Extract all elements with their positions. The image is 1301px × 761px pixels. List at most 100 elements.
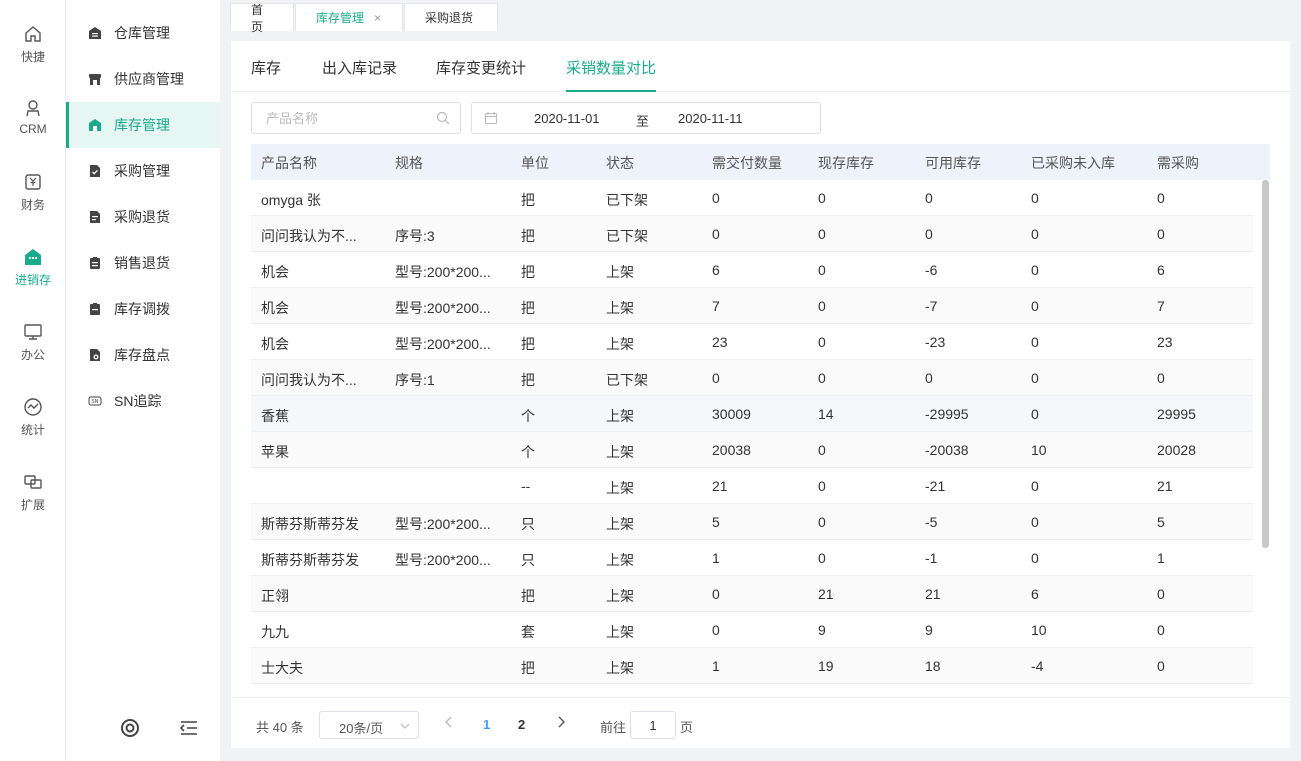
page-size-select[interactable]: 20条/页: [319, 711, 419, 739]
prev-page-icon[interactable]: [442, 715, 456, 729]
cell-need-purchase: 0: [1157, 586, 1165, 602]
tab-purchase-return[interactable]: 采购退货: [404, 3, 498, 31]
store-icon: [88, 72, 102, 86]
cell-current-stock: 0: [818, 262, 826, 278]
sub-item-sn-trace[interactable]: SN SN追踪: [66, 378, 220, 424]
cell-need-purchase: 23: [1157, 334, 1173, 350]
tab-home[interactable]: 首页: [230, 3, 294, 34]
product-name-input[interactable]: [252, 103, 422, 133]
tab-io-records[interactable]: 出入库记录: [322, 57, 397, 92]
search-icon[interactable]: [436, 111, 450, 125]
table-row[interactable]: 士大夫 把 上架 1 19 18 -4 0: [251, 648, 1253, 684]
scrollbar-thumb[interactable]: [1262, 180, 1269, 548]
cell-status: 上架: [606, 408, 634, 424]
close-icon[interactable]: ×: [374, 11, 381, 25]
page-2[interactable]: 2: [518, 717, 525, 732]
table-row[interactable]: 机会 型号:200*200... 把 上架 23 0 -23 0 23: [251, 324, 1253, 360]
cell-spec: 序号:1: [395, 372, 435, 388]
sub-item-label: 供应商管理: [114, 71, 184, 87]
cell-unit: 只: [521, 516, 535, 532]
rail-item-stats[interactable]: 统计: [0, 397, 66, 457]
table-row[interactable]: 斯蒂芬斯蒂芬发 型号:200*200... 只 上架 1 0 -1 0 1: [251, 540, 1253, 576]
sub-item-warehouse[interactable]: 仓库管理: [66, 10, 220, 56]
rail-item-finance[interactable]: 财务: [0, 172, 66, 232]
sub-item-stock[interactable]: 库存管理: [66, 102, 220, 148]
cell-product-name: 机会: [261, 336, 289, 352]
table-header: 产品名称 规格 单位 状态 需交付数量 现存库存 可用库存 已采购未入库 需采购: [251, 144, 1270, 180]
tab-stock-change-stats[interactable]: 库存变更统计: [436, 57, 526, 92]
cell-status: 上架: [606, 336, 634, 352]
table-row[interactable]: 问问我认为不... 序号:1 把 已下架 0 0 0 0 0: [251, 360, 1253, 396]
cell-need-purchase: 1: [1157, 550, 1165, 566]
cell-product-name: 问问我认为不...: [261, 372, 357, 388]
cell-current-stock: 0: [818, 190, 826, 206]
next-page-icon[interactable]: [554, 715, 568, 729]
settings-icon[interactable]: [119, 717, 141, 739]
goto-page-input[interactable]: [630, 711, 676, 739]
tab-purchase-sales-compare[interactable]: 采销数量对比: [566, 57, 657, 92]
cell-to-deliver: 6: [712, 262, 720, 278]
table-row[interactable]: 苹果 个 上架 20038 0 -20038 10 20028: [251, 432, 1253, 468]
table-row[interactable]: 香蕉 个 上架 30009 14 -29995 0 29995: [251, 396, 1253, 432]
cell-current-stock: 0: [818, 334, 826, 350]
table-row[interactable]: 机会 型号:200*200... 把 上架 6 0 -6 0 6: [251, 252, 1253, 288]
svg-text:SN: SN: [92, 399, 99, 405]
cell-unit: 把: [521, 372, 535, 388]
col-status: 状态: [606, 155, 634, 171]
table-row[interactable]: 机会 型号:200*200... 把 上架 7 0 -7 0 7: [251, 288, 1253, 324]
tab-label: 首页: [251, 2, 264, 34]
date-end[interactable]: 2020-11-11: [678, 111, 743, 126]
cell-product-name: 香蕉: [261, 408, 289, 424]
rail-item-quick[interactable]: 快捷: [0, 24, 66, 84]
table-row[interactable]: 九九 套 上架 0 9 9 10 0: [251, 612, 1253, 648]
cell-need-purchase: 7: [1157, 298, 1165, 314]
cell-purchased-not-in: 0: [1031, 514, 1039, 530]
collapse-menu-icon[interactable]: [178, 717, 200, 739]
cell-unit: --: [521, 478, 531, 494]
cell-unit: 个: [521, 408, 535, 424]
date-separator: 至: [636, 114, 650, 129]
col-product-name: 产品名称: [261, 155, 317, 171]
sub-item-stocktake[interactable]: 库存盘点: [66, 332, 220, 378]
cell-purchased-not-in: 0: [1031, 406, 1039, 422]
table-row[interactable]: 斯蒂芬斯蒂芬发 型号:200*200... 只 上架 5 0 -5 0 5: [251, 504, 1253, 540]
transfer-icon: [88, 302, 102, 316]
tab-stock[interactable]: 库存: [251, 57, 281, 92]
cell-purchased-not-in: 0: [1031, 190, 1039, 206]
table-row[interactable]: omyga 张 把 已下架 0 0 0 0 0: [251, 180, 1253, 216]
cell-spec: 型号:200*200...: [395, 516, 491, 532]
finance-icon: [25, 174, 41, 190]
rail-item-inventory[interactable]: 进销存: [0, 247, 66, 307]
table-row[interactable]: 问问我认为不... 序号:3 把 已下架 0 0 0 0 0: [251, 216, 1253, 252]
cell-unit: 个: [521, 444, 535, 460]
table-row[interactable]: 正翎 把 上架 0 21 21 6 0: [251, 576, 1253, 612]
cell-purchased-not-in: 0: [1031, 226, 1039, 242]
sub-item-supplier[interactable]: 供应商管理: [66, 56, 220, 102]
date-range-picker[interactable]: 2020-11-01 至 2020-11-11: [471, 102, 821, 134]
sub-item-purchase-return[interactable]: 采购退货: [66, 194, 220, 240]
table-scrollbar[interactable]: [1261, 180, 1270, 697]
cell-status: 上架: [606, 624, 634, 640]
date-start[interactable]: 2020-11-01: [534, 111, 600, 126]
table-row[interactable]: -- 上架 21 0 -21 0 21: [251, 468, 1253, 504]
cell-current-stock: 0: [818, 514, 826, 530]
cell-purchased-not-in: 0: [1031, 262, 1039, 278]
cell-available-stock: -23: [925, 334, 946, 350]
rail-item-crm[interactable]: CRM: [0, 98, 66, 158]
sub-item-label: 销售退货: [114, 255, 170, 271]
sub-item-purchase[interactable]: 采购管理: [66, 148, 220, 194]
tab-stock-management[interactable]: 库存管理 ×: [295, 3, 403, 31]
cell-product-name: 机会: [261, 300, 289, 316]
page-1[interactable]: 1: [483, 717, 490, 732]
sub-item-transfer[interactable]: 库存调拨: [66, 286, 220, 332]
stats-icon: [24, 398, 42, 416]
cell-available-stock: 9: [925, 622, 933, 638]
page-unit-label: 页: [680, 720, 694, 735]
cell-status: 已下架: [606, 192, 648, 208]
monitor-icon: [24, 324, 42, 340]
rail-item-extend[interactable]: 扩展: [0, 472, 66, 532]
rail-item-label: 财务: [20, 198, 45, 212]
rail-item-office[interactable]: 办公: [0, 322, 66, 382]
sub-item-sales-return[interactable]: 销售退货: [66, 240, 220, 286]
cell-status: 已下架: [606, 372, 648, 388]
